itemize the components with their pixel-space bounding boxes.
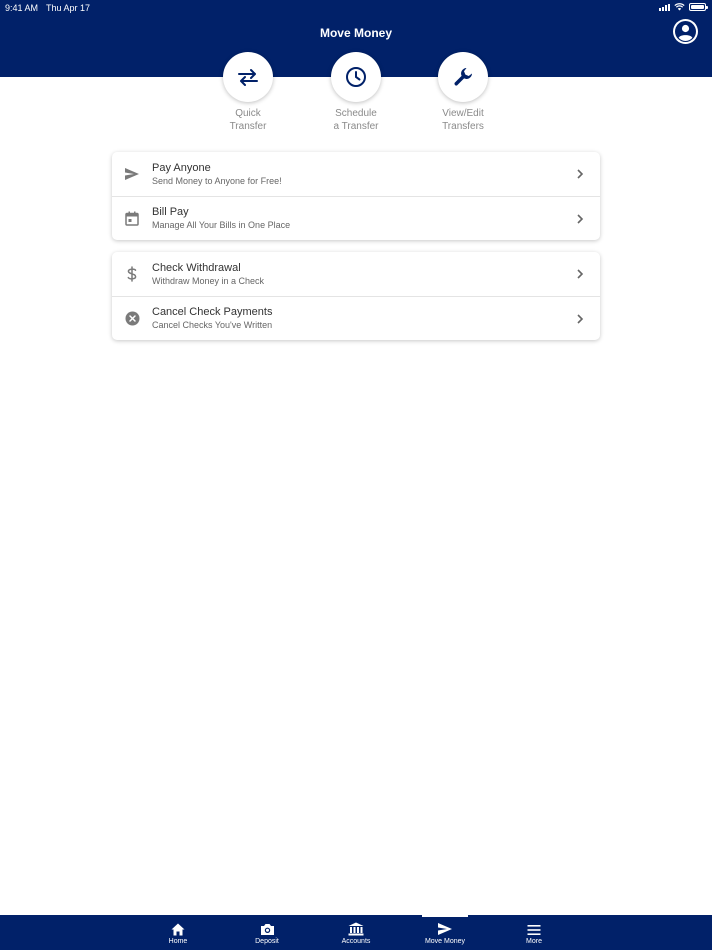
status-time: 9:41 AM	[5, 3, 39, 13]
battery-icon	[689, 3, 708, 11]
status-bar: 9:41 AM Thu Apr 17	[0, 0, 712, 14]
home-icon	[171, 923, 185, 936]
swap-arrows-icon	[238, 69, 258, 86]
bill-pay-title: Bill Pay	[152, 206, 189, 218]
camera-icon	[260, 924, 274, 935]
view-edit-transfers-label-2: Transfers	[442, 121, 484, 132]
quick-transfer-label-2: Transfer	[229, 121, 267, 132]
payments-card: Pay Anyone Send Money to Anyone for Free…	[112, 152, 600, 240]
quick-transfer-button[interactable]: Quick Transfer	[203, 52, 293, 133]
cancel-circle-icon	[125, 311, 139, 326]
chevron-right-icon	[577, 313, 584, 324]
send-icon	[438, 923, 452, 935]
wifi-icon	[674, 3, 685, 11]
tab-deposit-label: Deposit	[255, 938, 279, 945]
bank-icon	[348, 922, 364, 936]
tab-home[interactable]: Home	[143, 915, 213, 950]
quick-actions: Quick Transfer Schedule a Transfer View/…	[0, 52, 712, 132]
cancel-check-payments-row[interactable]: Cancel Check Payments Cancel Checks You'…	[112, 296, 600, 340]
bill-pay-subtitle: Manage All Your Bills in One Place	[152, 220, 291, 230]
tab-accounts-label: Accounts	[341, 938, 371, 945]
pay-anyone-title: Pay Anyone	[152, 161, 211, 174]
cancel-check-payments-subtitle: Cancel Checks You've Written	[152, 320, 273, 330]
move-money-screen: 9:41 AM Thu Apr 17 Move Money Quick Tran…	[0, 0, 712, 950]
tab-more-label: More	[526, 938, 542, 945]
cancel-check-payments-title: Cancel Check Payments	[152, 306, 273, 318]
check-withdrawal-title: Check Withdrawal	[152, 261, 241, 274]
view-edit-transfers-button[interactable]: View/Edit Transfers	[418, 52, 508, 133]
tab-more[interactable]: More	[499, 915, 569, 950]
menu-icon	[527, 925, 541, 935]
check-withdrawal-row[interactable]: Check Withdrawal Withdraw Money in a Che…	[112, 252, 600, 296]
bill-pay-row[interactable]: Bill Pay Manage All Your Bills in One Pl…	[112, 196, 600, 240]
chevron-right-icon	[577, 213, 584, 224]
chevron-right-icon	[577, 269, 584, 279]
tab-home-label: Home	[168, 938, 188, 945]
checks-card: Check Withdrawal Withdraw Money in a Che…	[112, 252, 600, 340]
active-tab-indicator	[422, 915, 468, 917]
quick-transfer-label-1: Quick	[235, 108, 261, 119]
profile-button[interactable]	[673, 19, 698, 44]
dollar-icon	[127, 266, 137, 282]
tab-deposit[interactable]: Deposit	[232, 915, 302, 950]
tab-move-money-label: Move Money	[424, 938, 466, 945]
page-title: Move Money	[319, 26, 392, 40]
chevron-right-icon	[577, 169, 584, 179]
schedule-transfer-button[interactable]: Schedule a Transfer	[311, 52, 401, 133]
view-edit-transfers-label-1: View/Edit	[442, 108, 484, 119]
check-withdrawal-subtitle: Withdraw Money in a Check	[152, 275, 265, 286]
tab-move-money[interactable]: Move Money	[410, 915, 480, 950]
status-date: Thu Apr 17	[46, 3, 91, 13]
pay-anyone-subtitle: Send Money to Anyone for Free!	[152, 175, 282, 186]
schedule-transfer-label-1: Schedule	[335, 108, 377, 119]
tab-accounts[interactable]: Accounts	[321, 915, 391, 950]
bottom-tab-bar: Home Deposit Accounts Move Money More	[0, 915, 712, 950]
user-icon	[675, 21, 696, 42]
schedule-transfer-label-2: a Transfer	[333, 121, 379, 132]
cell-signal-icon	[659, 3, 670, 11]
clock-icon	[346, 67, 366, 87]
wrench-icon	[454, 68, 472, 86]
calendar-icon	[125, 211, 139, 226]
send-icon	[125, 168, 139, 180]
pay-anyone-row[interactable]: Pay Anyone Send Money to Anyone for Free…	[112, 152, 600, 196]
